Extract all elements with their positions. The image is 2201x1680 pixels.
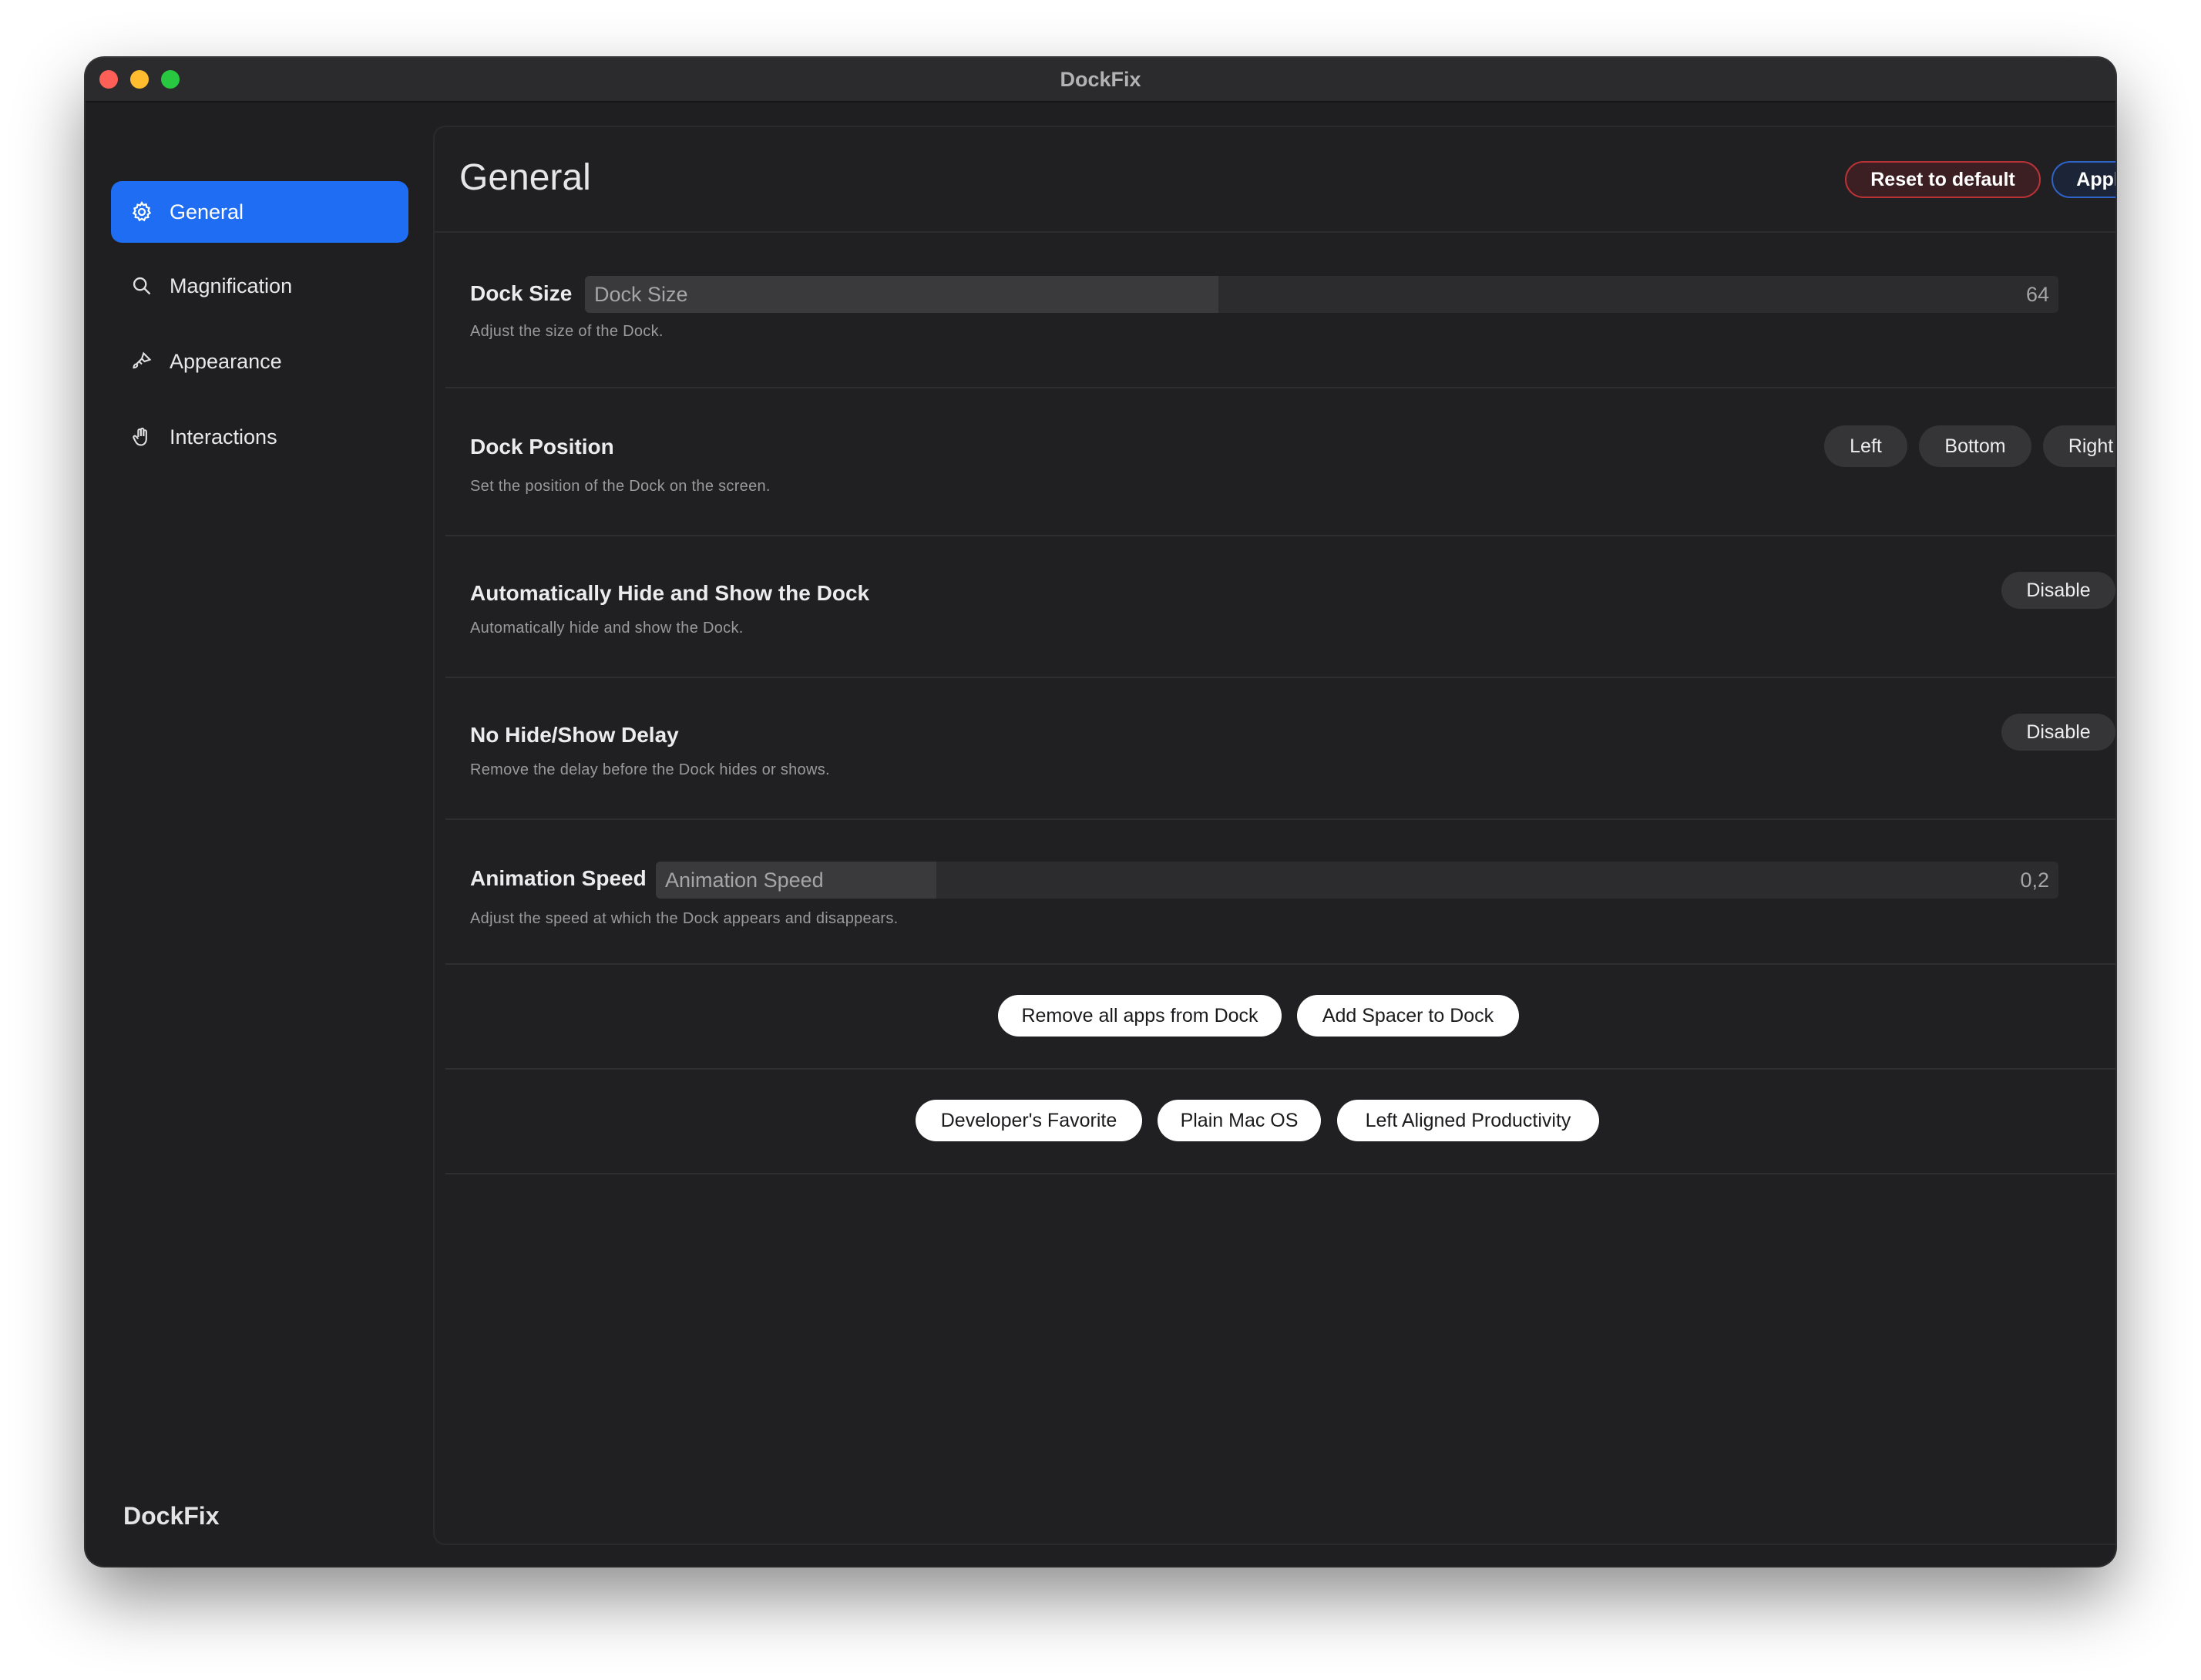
no-delay-description: Remove the delay before the Dock hides o… (470, 761, 830, 778)
title-bar[interactable]: DockFix (86, 58, 2115, 102)
sidebar-item-label: Magnification (170, 274, 293, 297)
auto-hide-label: Automatically Hide and Show the Dock (470, 581, 870, 605)
sidebar-item-magnification[interactable]: Magnification (111, 255, 408, 317)
sidebar-item-label: Appearance (170, 349, 282, 373)
magnifier-icon (129, 274, 154, 298)
sidebar-item-label: General (170, 200, 244, 223)
setting-row-dock-size: Dock Size Dock Size 64 Adjust the size o… (445, 233, 2115, 388)
preset-plain-mac-os-button[interactable]: Plain Mac OS (1158, 1100, 1321, 1141)
window-title: DockFix (1060, 68, 1141, 91)
setting-row-auto-hide: Automatically Hide and Show the Dock Aut… (445, 536, 2115, 678)
dock-size-slider-name: Dock Size (594, 283, 688, 306)
sidebar-footer-app-name: DockFix (123, 1502, 220, 1530)
animation-speed-slider[interactable]: Animation Speed 0,2 (656, 862, 2058, 899)
reset-to-default-button[interactable]: Reset to default (1845, 161, 2041, 198)
preset-left-aligned-productivity-button[interactable]: Left Aligned Productivity (1337, 1100, 1599, 1141)
preset-developers-favorite-button[interactable]: Developer's Favorite (916, 1100, 1142, 1141)
position-left-button[interactable]: Left (1824, 425, 1907, 467)
animation-speed-slider-name: Animation Speed (665, 869, 824, 892)
content-header: General Reset to default Apply (435, 127, 2115, 233)
position-right-button[interactable]: Right (2043, 425, 2115, 467)
dock-size-description: Adjust the size of the Dock. (470, 323, 664, 340)
auto-hide-disable-button[interactable]: Disable (2001, 572, 2115, 609)
paintbrush-icon (129, 349, 154, 374)
dock-size-slider[interactable]: Dock Size 64 (585, 276, 2058, 313)
gear-icon (129, 200, 154, 224)
app-window: DockFix General Magnification Appearance… (86, 58, 2115, 1566)
auto-hide-description: Automatically hide and show the Dock. (470, 620, 744, 637)
main-content: General Reset to default Apply Dock Size… (433, 126, 2115, 1545)
setting-row-no-delay: No Hide/Show Delay Remove the delay befo… (445, 678, 2115, 820)
no-delay-disable-button[interactable]: Disable (2001, 714, 2115, 751)
sidebar-item-appearance[interactable]: Appearance (111, 331, 408, 392)
dock-position-description: Set the position of the Dock on the scre… (470, 478, 771, 495)
sidebar-item-general[interactable]: General (111, 181, 408, 243)
page-title: General (459, 157, 591, 198)
setting-row-animation-speed: Animation Speed Animation Speed 0,2 Adju… (445, 820, 2115, 965)
sidebar-item-label: Interactions (170, 425, 277, 449)
dock-position-label: Dock Position (470, 435, 614, 459)
dock-size-label: Dock Size (470, 281, 573, 305)
position-bottom-button[interactable]: Bottom (1919, 425, 2031, 467)
dock-size-value: 64 (2025, 283, 2049, 306)
animation-speed-value: 0,2 (2020, 869, 2049, 892)
apply-button[interactable]: Apply (2051, 161, 2115, 198)
presets-row: Developer's Favorite Plain Mac OS Left A… (445, 1070, 2115, 1174)
no-delay-label: No Hide/Show Delay (470, 723, 679, 747)
animation-speed-label: Animation Speed (470, 866, 647, 890)
setting-row-dock-position: Dock Position Set the position of the Do… (445, 388, 2115, 536)
sidebar-item-interactions[interactable]: Interactions (111, 406, 408, 468)
add-spacer-button[interactable]: Add Spacer to Dock (1297, 995, 1519, 1037)
sidebar: General Magnification Appearance Interac… (86, 102, 432, 1566)
remove-all-apps-button[interactable]: Remove all apps from Dock (998, 995, 1282, 1037)
dock-actions-row: Remove all apps from Dock Add Spacer to … (445, 965, 2115, 1070)
hand-icon (129, 425, 154, 449)
animation-speed-description: Adjust the speed at which the Dock appea… (470, 910, 899, 927)
